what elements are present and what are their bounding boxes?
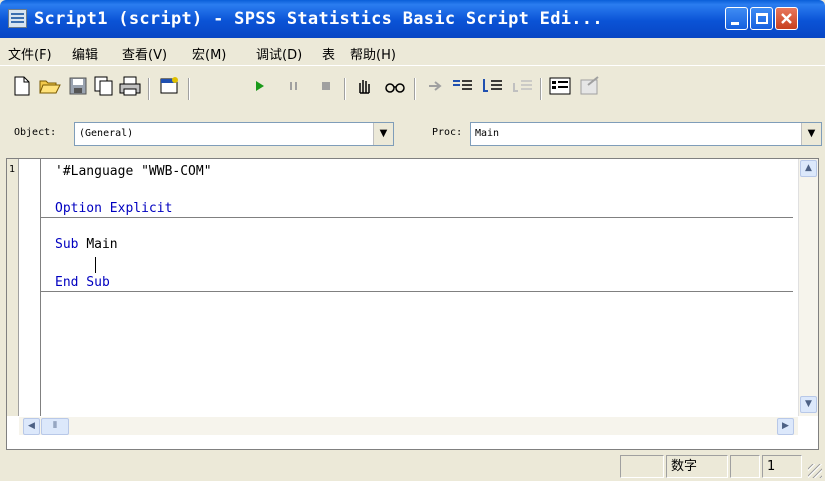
close-button[interactable] — [775, 7, 798, 30]
vertical-scrollbar[interactable]: ▲ ▼ — [798, 159, 818, 416]
breakpoint-margin[interactable] — [7, 159, 19, 416]
toolbar-separator — [414, 78, 416, 100]
menu-view[interactable]: 查看(V) — [122, 44, 167, 63]
status-line-number: 1 — [762, 455, 802, 478]
object-dropdown-arrow[interactable]: ▼ — [373, 123, 393, 145]
save-icon[interactable] — [66, 75, 90, 99]
line-number: 1 — [9, 164, 16, 175]
object-select[interactable]: (General) ▼ — [74, 122, 394, 146]
text-caret — [95, 257, 96, 273]
browser-icon[interactable] — [548, 75, 572, 99]
minimize-button[interactable] — [725, 7, 748, 30]
toolbar-separator — [540, 78, 542, 100]
code-editor[interactable]: 1 '#Language "WWB-COM" Option Explicit S… — [6, 158, 819, 450]
run-icon[interactable] — [248, 75, 272, 99]
dialog-editor-icon[interactable] — [158, 75, 182, 99]
procedure-divider — [41, 217, 793, 218]
horizontal-scroll-thumb[interactable]: ⦀ — [41, 418, 69, 435]
properties-icon[interactable] — [578, 75, 602, 99]
copy-icon[interactable] — [92, 75, 116, 99]
pause-icon[interactable] — [282, 75, 306, 99]
proc-label: Proc: — [432, 127, 463, 138]
proc-dropdown-arrow[interactable]: ▼ — [801, 123, 821, 145]
script-window-icon — [8, 9, 27, 28]
resize-grip[interactable] — [808, 464, 822, 478]
procedure-divider — [41, 291, 793, 292]
object-label: Object: — [14, 127, 57, 138]
hand-icon[interactable] — [352, 75, 376, 99]
menu-macro[interactable]: 宏(M) — [192, 44, 226, 63]
menu-edit[interactable]: 编辑 — [72, 44, 98, 63]
toolbar-separator — [148, 78, 150, 100]
title-bar[interactable]: Script1 (script) - SPSS Statistics Basic… — [0, 0, 825, 38]
proc-select-value: Main — [475, 128, 500, 139]
object-select-value: (General) — [79, 128, 134, 139]
sub-keyword: Sub — [55, 237, 79, 252]
horizontal-scrollbar[interactable]: ◀ ⦀ ▶ — [19, 417, 798, 435]
scroll-up-button[interactable]: ▲ — [800, 160, 817, 177]
status-pane-blank — [730, 455, 760, 478]
status-pane-empty — [620, 455, 664, 478]
print-icon[interactable] — [118, 75, 142, 99]
code-line-sub: Sub Main — [55, 237, 118, 252]
step-into-icon[interactable] — [450, 75, 474, 99]
menu-bar: 文件(F) 编辑 查看(V) 宏(M) 调试(D) 表 帮助(H) — [0, 38, 825, 65]
proc-select[interactable]: Main ▼ — [470, 122, 822, 146]
status-num-mode: 数字 — [666, 455, 728, 478]
toolbar-separator — [344, 78, 346, 100]
code-line-language: '#Language "WWB-COM" — [55, 164, 212, 179]
toolbar-separator — [188, 78, 190, 100]
step-over-icon[interactable] — [480, 75, 504, 99]
code-line-end-sub: End Sub — [55, 275, 110, 290]
maximize-button[interactable] — [750, 7, 773, 30]
window-title: Script1 (script) - SPSS Statistics Basic… — [34, 9, 603, 29]
close-icon — [781, 13, 792, 24]
sub-name: Main — [86, 237, 118, 252]
open-folder-icon[interactable] — [38, 75, 62, 99]
object-proc-row: Object: (General) ▼ Proc: Main ▼ — [0, 117, 825, 154]
code-line-option: Option Explicit — [55, 201, 173, 216]
stop-icon[interactable] — [314, 75, 338, 99]
new-file-icon[interactable] — [10, 75, 34, 99]
quick-watch-icon[interactable] — [382, 75, 406, 99]
step-arrow-icon[interactable] — [424, 75, 448, 99]
editor-gutter: 1 — [7, 159, 41, 416]
status-bar: 数字 1 — [0, 452, 825, 481]
menu-debug[interactable]: 调试(D) — [256, 44, 302, 63]
menu-file[interactable]: 文件(F) — [8, 44, 52, 63]
toolbar — [0, 65, 825, 117]
menu-help[interactable]: 帮助(H) — [350, 44, 396, 63]
step-out-icon[interactable] — [510, 75, 534, 99]
scroll-down-button[interactable]: ▼ — [800, 396, 817, 413]
scroll-right-button[interactable]: ▶ — [777, 418, 794, 435]
scroll-left-button[interactable]: ◀ — [23, 418, 40, 435]
menu-table[interactable]: 表 — [322, 44, 335, 63]
